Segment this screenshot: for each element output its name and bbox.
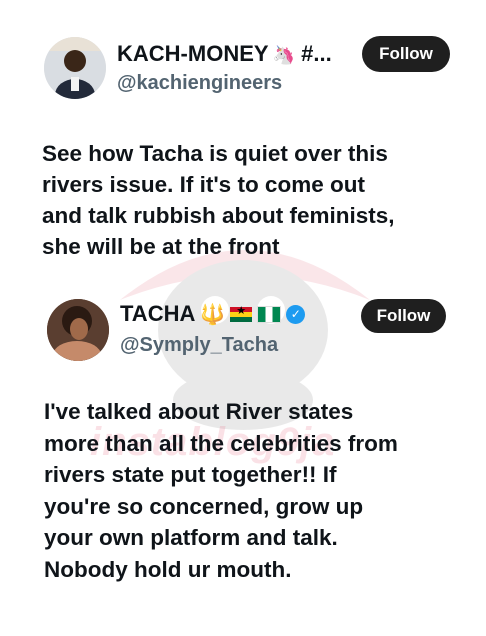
display-name-suffix: #...: [301, 41, 332, 66]
tweet-text: See how Tacha is quiet over this rivers …: [42, 141, 395, 259]
avatar-image: [47, 299, 109, 361]
unicorn-icon: 🦄: [272, 45, 295, 65]
follow-button[interactable]: Follow: [362, 36, 450, 72]
display-name[interactable]: KACH-MONEY 🦄 #...: [117, 41, 332, 67]
display-name-text: KACH-MONEY: [117, 41, 269, 66]
verified-badge-icon: ✓: [286, 304, 306, 324]
trident-icon: 🔱: [200, 303, 226, 326]
nigeria-flag-icon: [257, 305, 282, 323]
display-name-text: TACHA: [120, 301, 196, 326]
user-handle[interactable]: @kachiengineers: [117, 72, 282, 95]
avatar[interactable]: [47, 299, 109, 361]
display-name[interactable]: TACHA 🔱 ✓: [120, 301, 306, 327]
user-handle[interactable]: @Symply_Tacha: [120, 334, 278, 357]
avatar-image: [44, 37, 106, 99]
avatar[interactable]: [44, 37, 106, 99]
tweet-kachiengineers: KACH-MONEY 🦄 #... @kachiengineers Follow …: [0, 0, 486, 300]
follow-button[interactable]: Follow: [361, 299, 446, 333]
ghana-flag-icon: [230, 304, 253, 322]
tweet-text: I've talked about River states more than…: [44, 399, 398, 582]
